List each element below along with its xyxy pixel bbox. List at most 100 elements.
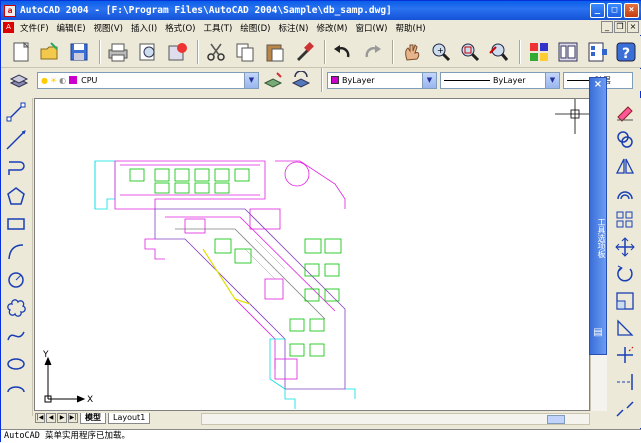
move-icon[interactable] [610, 233, 640, 260]
menu-format[interactable]: 格式(O) [161, 22, 199, 34]
ucs-y-label: Y [42, 350, 49, 360]
drawing-canvas[interactable]: Y X [34, 98, 590, 411]
layer-unlock-icon: ◐ [59, 75, 67, 85]
close-icon[interactable]: × [590, 78, 606, 92]
stretch-icon[interactable] [610, 314, 640, 341]
erase-icon[interactable] [610, 98, 640, 125]
match-properties-icon[interactable] [290, 38, 317, 66]
zoom-window-icon[interactable] [457, 38, 484, 66]
paste-icon[interactable] [261, 38, 288, 66]
document-icon[interactable]: A [3, 22, 14, 33]
horizontal-scrollbar[interactable] [201, 413, 590, 425]
make-object-layer-current-icon[interactable] [261, 70, 287, 90]
rectangle-icon[interactable] [1, 210, 31, 238]
tab-layout1[interactable]: Layout1 [108, 412, 151, 424]
chevron-down-icon[interactable]: ▼ [244, 72, 258, 88]
cut-icon[interactable] [203, 38, 230, 66]
horizontal-scroll-thumb[interactable] [547, 415, 565, 424]
tab-model[interactable]: 模型 [80, 412, 106, 424]
spline-icon[interactable] [1, 322, 31, 350]
layer-manager-icon[interactable] [7, 70, 31, 90]
pan-icon[interactable] [398, 38, 425, 66]
save-icon[interactable] [66, 38, 93, 66]
layer-on-icon: ● [41, 75, 48, 85]
polygon-icon[interactable] [1, 182, 31, 210]
zoom-previous-icon[interactable] [486, 38, 513, 66]
doc-minimize-button[interactable]: _ [601, 21, 613, 33]
ellipse-arc-icon[interactable] [1, 378, 31, 406]
autocad-window: a AutoCAD 2004 - [F:\Program Files\AutoC… [0, 0, 641, 443]
undo-icon[interactable] [330, 38, 357, 66]
break-icon[interactable] [610, 395, 640, 422]
menu-dimension[interactable]: 标注(N) [274, 22, 312, 34]
tab-last-button[interactable]: ▶| [68, 413, 78, 423]
svg-text:+: + [437, 46, 444, 55]
tool-palettes-icon[interactable] [584, 38, 611, 66]
chevron-down-icon[interactable]: ▼ [422, 72, 436, 88]
linetype-dropdown[interactable]: ByLayer ▼ [440, 71, 560, 89]
open-icon[interactable] [36, 38, 63, 66]
line-icon[interactable] [1, 98, 31, 126]
print-preview-icon[interactable] [134, 38, 161, 66]
standard-toolbar: + ? [1, 36, 641, 68]
properties-icon[interactable] [525, 38, 552, 66]
circle-icon[interactable] [1, 266, 31, 294]
trim-icon[interactable] [610, 341, 640, 368]
revision-cloud-icon[interactable] [1, 294, 31, 322]
tab-prev-button[interactable]: ◀ [46, 413, 56, 423]
menu-tools[interactable]: 工具(T) [199, 22, 236, 34]
menu-file[interactable]: 文件(F) [16, 22, 53, 34]
new-icon[interactable] [7, 38, 34, 66]
help-icon[interactable]: ? [613, 38, 640, 66]
vertical-scrollbar[interactable] [590, 355, 607, 411]
zoom-realtime-icon[interactable]: + [427, 38, 454, 66]
title-bar[interactable]: a AutoCAD 2004 - [F:\Program Files\AutoC… [1, 1, 641, 20]
publish-icon[interactable] [163, 38, 190, 66]
draw-toolbar [1, 98, 33, 416]
copy-icon[interactable] [610, 125, 640, 152]
floor-plan-drawing: Y X [42, 99, 589, 409]
chevron-down-icon[interactable]: ▼ [545, 72, 559, 88]
close-button[interactable]: × [624, 3, 639, 18]
rotate-icon[interactable] [610, 260, 640, 287]
offset-icon[interactable] [610, 179, 640, 206]
array-icon[interactable] [610, 206, 640, 233]
ellipse-icon[interactable] [1, 350, 31, 378]
extend-icon[interactable] [610, 368, 640, 395]
layer-previous-icon[interactable] [289, 70, 315, 90]
tab-next-button[interactable]: ▶ [57, 413, 67, 423]
tab-first-button[interactable]: |◀ [35, 413, 45, 423]
menu-help[interactable]: 帮助(H) [392, 22, 430, 34]
menu-bar: A 文件(F) 编辑(E) 视图(V) 插入(I) 格式(O) 工具(T) 绘图… [1, 20, 641, 35]
layer-dropdown[interactable]: ● ☀ ◐ CPU ▼ [37, 71, 259, 89]
ucs-x-label: X [87, 395, 93, 405]
redo-icon[interactable] [359, 38, 386, 66]
menu-insert[interactable]: 插入(I) [127, 22, 161, 34]
construction-line-icon[interactable] [1, 126, 31, 154]
modify-toolbar [610, 98, 641, 428]
color-swatch [331, 76, 339, 84]
mirror-icon[interactable] [610, 152, 640, 179]
menu-modify[interactable]: 修改(M) [312, 22, 351, 34]
doc-restore-button[interactable]: ❐ [614, 21, 626, 33]
print-icon[interactable] [105, 38, 132, 66]
menu-view[interactable]: 视图(V) [90, 22, 127, 34]
palette-properties-icon[interactable]: ▤ [590, 326, 606, 340]
design-center-icon[interactable] [554, 38, 581, 66]
autocad-logo-icon: a [4, 4, 16, 17]
tool-palette[interactable]: × 工具选项板 ▤ [589, 77, 607, 355]
menu-edit[interactable]: 编辑(E) [53, 22, 90, 34]
color-dropdown[interactable]: ByLayer ▼ [327, 71, 437, 89]
layer-color-swatch [69, 76, 78, 84]
arc-icon[interactable] [1, 238, 31, 266]
polyline-icon[interactable] [1, 154, 31, 182]
copy-clip-icon[interactable] [232, 38, 259, 66]
window-title: AutoCAD 2004 - [F:\Program Files\AutoCAD… [20, 5, 392, 16]
maximize-button[interactable]: □ [607, 3, 622, 18]
scale-icon[interactable] [610, 287, 640, 314]
doc-close-button[interactable]: × [627, 21, 639, 33]
minimize-button[interactable]: _ [590, 3, 605, 18]
menu-draw[interactable]: 绘图(D) [236, 22, 274, 34]
command-line[interactable]: AutoCAD 菜单实用程序已加载。 [1, 429, 641, 443]
menu-window[interactable]: 窗口(W) [351, 22, 391, 34]
